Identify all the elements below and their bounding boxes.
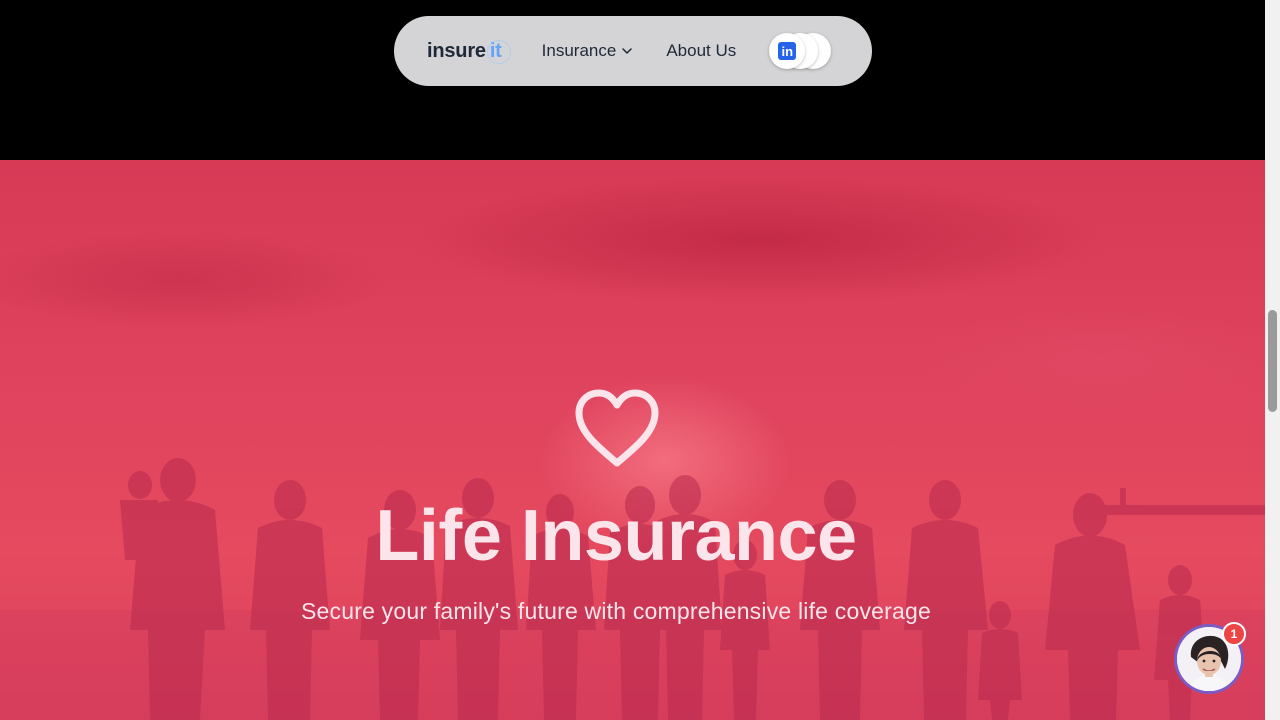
navbar: insure it Insurance About Us in bbox=[394, 16, 872, 86]
chat-widget-button[interactable]: 1 bbox=[1174, 622, 1246, 694]
scrollbar-thumb[interactable] bbox=[1268, 310, 1277, 412]
social-links: in bbox=[769, 33, 832, 69]
nav-insurance-label: Insurance bbox=[541, 41, 617, 60]
unread-badge: 1 bbox=[1222, 622, 1246, 646]
chevron-down-icon bbox=[622, 48, 633, 54]
hero-subtitle: Secure your family's future with compreh… bbox=[300, 598, 931, 624]
logo-accent-text: it bbox=[486, 39, 511, 64]
logo-main-text: insure bbox=[427, 39, 486, 62]
scrollbar[interactable] bbox=[1265, 0, 1280, 720]
logo[interactable]: insure it bbox=[427, 39, 511, 64]
heart-icon bbox=[575, 389, 659, 467]
hero-section: Life Insurance Secure your family's futu… bbox=[0, 160, 1265, 720]
hero-title: Life Insurance bbox=[375, 496, 857, 576]
nav-about-link[interactable]: About Us bbox=[666, 41, 736, 61]
nav-insurance-dropdown[interactable]: Insurance bbox=[542, 41, 633, 61]
linkedin-icon: in bbox=[778, 42, 797, 60]
linkedin-link[interactable]: in bbox=[769, 33, 806, 69]
hero-content: Life Insurance Secure your family's futu… bbox=[0, 160, 1265, 720]
